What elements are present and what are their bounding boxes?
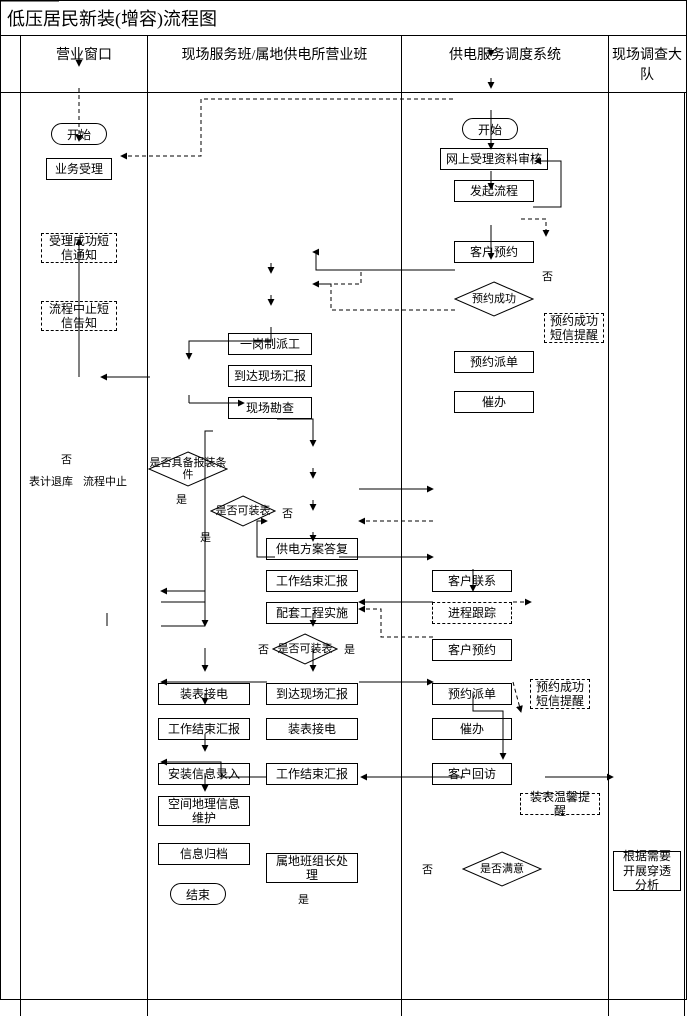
- site-survey-node: 现场勘查: [228, 397, 312, 419]
- cond-yes-label: 是: [176, 491, 187, 507]
- return-meter-label: 表计退库: [29, 473, 73, 489]
- lane-dispatch-system: 开始 网上受理资料审核 发起流程 客户预约 预约成功 否 预约成功短信提醒 预约…: [402, 93, 609, 1016]
- progress-track-node: 进程跟踪: [432, 602, 512, 624]
- satisfied-decision: 是否满意: [462, 851, 542, 887]
- customer-contact-node: 客户联系: [432, 570, 512, 592]
- geo-info-maintain-node: 空间地理信息维护: [158, 796, 250, 826]
- cond-no-label-1: 否: [61, 451, 72, 467]
- archive-node: 信息归档: [158, 843, 250, 865]
- booking-ok-decision: 预约成功: [454, 281, 534, 317]
- customer-booking-2-node: 客户预约: [432, 639, 512, 661]
- lane-field-service: 一岗制派工 到达现场汇报 现场勘查 是否具备报装条件 是否可装表 供电方案答复 …: [148, 93, 402, 1016]
- customer-revisit-node: 客户回访: [432, 763, 512, 785]
- can-install-decision-1: 是否可装表: [210, 495, 276, 527]
- lane-investigation: 根据需要开展穿透分析: [609, 93, 685, 1016]
- booking-dispatch-2-node: 预约派单: [432, 683, 512, 705]
- lane-gutter: [1, 93, 21, 1016]
- canInstall2-yes: 是: [344, 641, 355, 657]
- end-node: 结束: [170, 883, 226, 905]
- booking-ok-sms-2-node: 预约成功短信提醒: [530, 679, 590, 709]
- install-meter-node-b: 装表接电: [266, 718, 358, 740]
- canInstall2-no: 否: [258, 641, 269, 657]
- abort-label: 流程中止: [83, 473, 127, 489]
- can-install-decision-2: 是否可装表: [272, 633, 338, 665]
- local-team-handle-node: 属地班组长处理: [266, 853, 358, 883]
- chart-title: 低压居民新装(增容)流程图: [1, 1, 686, 36]
- satisfy-yes-l3: 是: [298, 891, 309, 907]
- lane-business-window: 开始 业务受理 受理成功短信通知 流程中止短信告知 表计退库 流程中止 否: [21, 93, 148, 1016]
- col-investigation: 现场调查大队: [609, 36, 685, 92]
- swimlane-header: 营业窗口 现场服务班/属地供电所营业班 供电服务调度系统 现场调查大队: [1, 36, 686, 93]
- swimlane-body: 开始 业务受理 受理成功短信通知 流程中止短信告知 表计退库 流程中止 否 一岗…: [1, 93, 686, 1016]
- col-dispatch-system: 供电服务调度系统: [402, 36, 609, 92]
- work-end-report-1-node: 工作结束汇报: [266, 570, 358, 592]
- penetration-analysis-node: 根据需要开展穿透分析: [613, 851, 681, 891]
- install-info-entry-node: 安装信息录入: [158, 763, 250, 785]
- has-condition-decision: 是否具备报装条件: [148, 451, 228, 487]
- urge-node: 催办: [454, 391, 534, 413]
- col-field-service: 现场服务班/属地供电所营业班: [148, 36, 402, 92]
- power-plan-reply-node: 供电方案答复: [266, 538, 358, 560]
- work-end-report-2a-node: 工作结束汇报: [158, 718, 250, 740]
- arrive-report-node: 到达现场汇报: [228, 365, 312, 387]
- start-node-2: 开始: [462, 118, 518, 140]
- online-review-node: 网上受理资料审核: [440, 148, 548, 170]
- col-business-window: 营业窗口: [21, 36, 148, 92]
- sms-success-node: 受理成功短信通知: [41, 233, 117, 263]
- one-post-dispatch-node: 一岗制派工: [228, 333, 312, 355]
- booking-no: 否: [542, 268, 553, 284]
- abort-notice-node: 流程中止短信告知: [41, 301, 117, 331]
- col-gutter: [1, 36, 21, 92]
- satisfy-no: 否: [422, 861, 433, 877]
- canInstall1-no: 否: [282, 505, 293, 521]
- initiate-flow-node: 发起流程: [454, 180, 534, 202]
- customer-booking-node: 客户预约: [454, 241, 534, 263]
- urge-2-node: 催办: [432, 718, 512, 740]
- arrive-report-2-node: 到达现场汇报: [266, 683, 358, 705]
- start-node: 开始: [51, 123, 107, 145]
- booking-ok-sms-node: 预约成功短信提醒: [544, 313, 604, 343]
- install-meter-node-a: 装表接电: [158, 683, 250, 705]
- booking-dispatch-node: 预约派单: [454, 351, 534, 373]
- flowchart-page: 低压居民新装(增容)流程图 营业窗口 现场服务班/属地供电所营业班 供电服务调度…: [0, 0, 687, 1000]
- project-impl-node: 配套工程实施: [266, 602, 358, 624]
- work-end-report-3-node: 工作结束汇报: [266, 763, 358, 785]
- business-accept-node: 业务受理: [46, 158, 112, 180]
- install-warm-sms-node: 装表温馨提醒: [520, 793, 600, 815]
- canInstall1-yes: 是: [200, 529, 211, 545]
